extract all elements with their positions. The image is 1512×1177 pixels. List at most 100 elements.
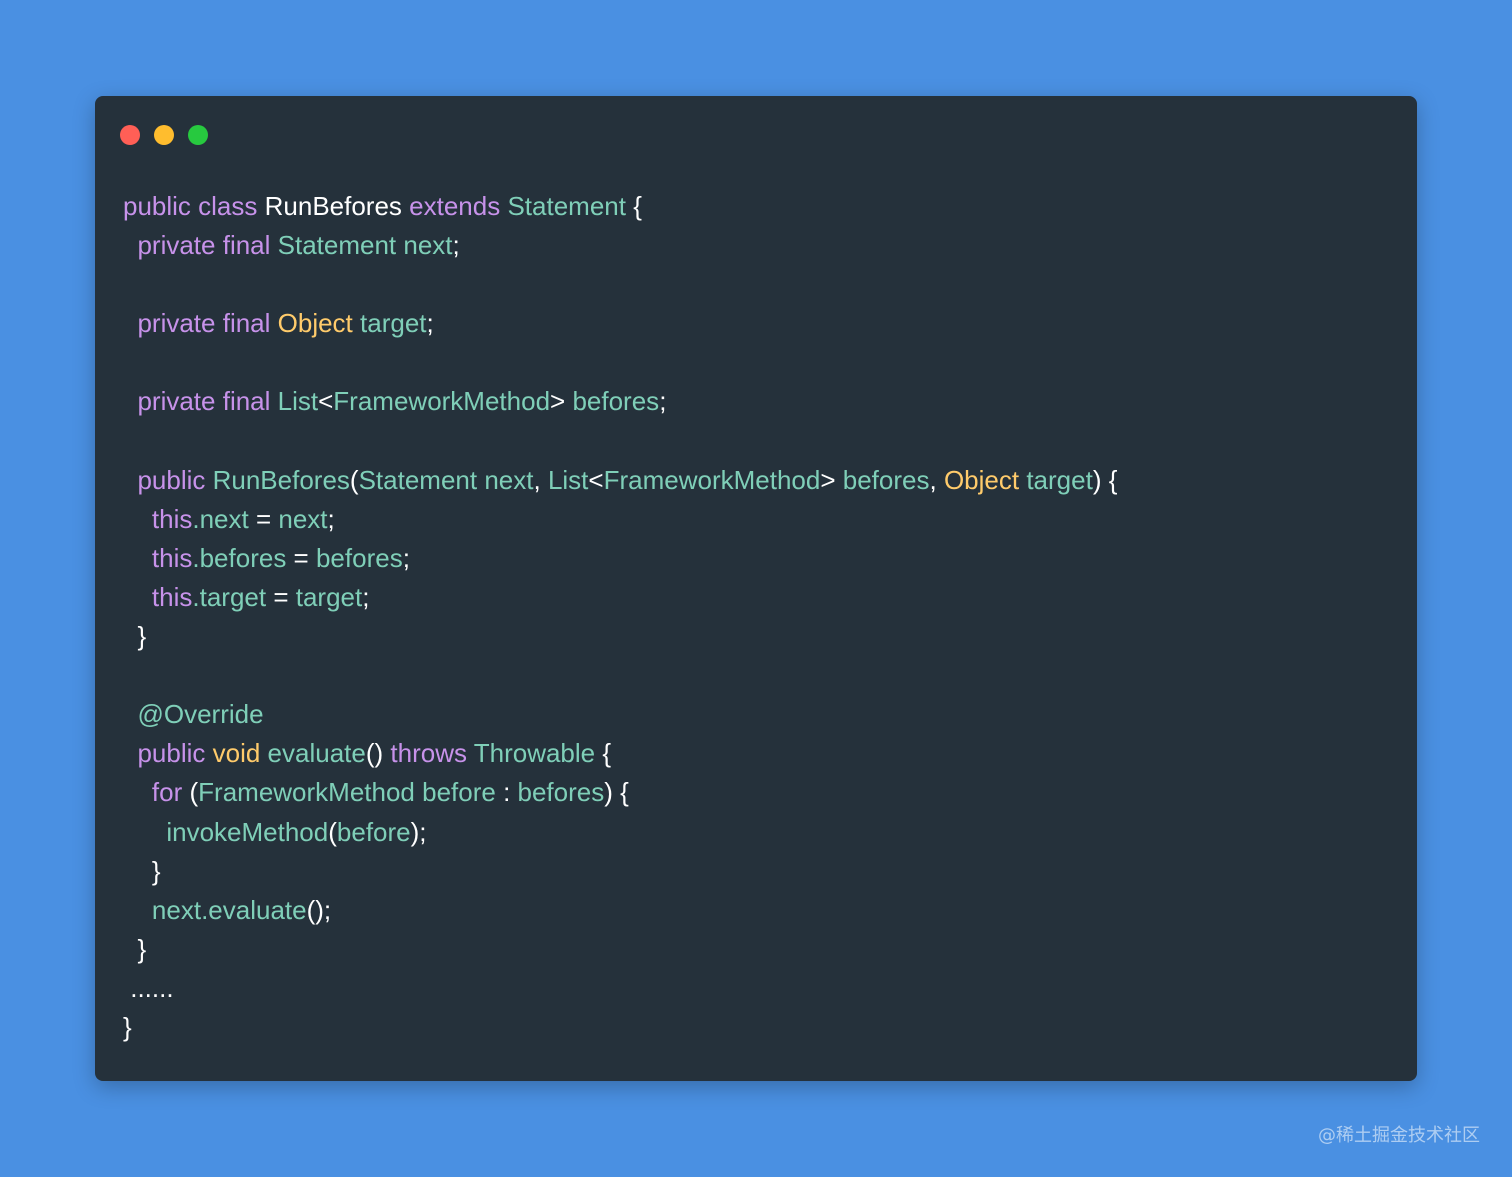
code-line: @Override (123, 695, 1117, 734)
code-token: private final (137, 308, 278, 339)
code-token: , (533, 464, 548, 495)
watermark: @稀土掘金技术社区 (1318, 1125, 1480, 1146)
close-dot-icon (120, 125, 140, 145)
code-token: this (151, 503, 193, 534)
code-token: < (588, 464, 604, 495)
code-token: } (137, 621, 147, 652)
code-token: Throwable (473, 738, 603, 769)
code-token: target (1026, 464, 1093, 495)
code-line: ...... (123, 969, 1117, 1008)
code-token: = (266, 581, 296, 612)
code-token: private final (137, 230, 278, 261)
code-line: invokeMethod(before); (123, 813, 1117, 852)
code-token: Object (277, 308, 361, 339)
code-token: throws (390, 738, 474, 769)
code-token: befores (517, 777, 605, 808)
code-token: ; (659, 386, 667, 417)
code-token: target (295, 581, 363, 612)
code-token: < (318, 386, 334, 417)
code-token: FrameworkMethod (333, 386, 551, 417)
code-token: Object (943, 464, 1027, 495)
code-token: public (137, 738, 213, 769)
code-line: } (123, 617, 1117, 656)
code-token: private final (137, 386, 278, 417)
code-token: Statement (507, 191, 634, 221)
code-token: .next (192, 503, 249, 534)
code-token: List (277, 386, 319, 417)
code-block: public class RunBefores extends Statemen… (123, 187, 1117, 1047)
code-token: FrameworkMethod (603, 464, 821, 495)
code-token: next (151, 894, 202, 925)
code-token: ; (362, 581, 370, 612)
code-line: public class RunBefores extends Statemen… (123, 187, 1117, 226)
code-token: FrameworkMethod before (198, 777, 496, 808)
code-token: .target (192, 581, 267, 612)
code-line: this.befores = befores; (123, 539, 1117, 578)
code-token: } (137, 933, 147, 964)
code-token: > (820, 464, 843, 495)
code-token: ; (402, 542, 410, 573)
code-token: void (212, 738, 268, 769)
code-token: > (550, 386, 573, 417)
code-token: () (365, 738, 391, 769)
window-controls (120, 125, 208, 145)
code-token: { (602, 738, 612, 769)
code-token: ( (328, 816, 337, 847)
code-token: ; (327, 503, 335, 534)
code-token: befores (572, 386, 660, 417)
code-token: = (248, 503, 279, 534)
code-token: , (929, 464, 944, 495)
code-token: this (151, 542, 193, 573)
code-line: private final Object target; (123, 304, 1117, 343)
code-line: for (FrameworkMethod before : befores) { (123, 773, 1117, 812)
code-token: ) { (604, 777, 629, 808)
code-line: public RunBefores(Statement next, List<F… (123, 461, 1117, 500)
code-token: befores (315, 542, 403, 573)
code-token: } (123, 1011, 132, 1042)
code-line: } (123, 930, 1117, 969)
code-token: this (151, 581, 193, 612)
code-line: } (123, 852, 1117, 891)
minimize-dot-icon (154, 125, 174, 145)
code-token: = (286, 542, 316, 573)
code-token: next (278, 503, 328, 534)
code-token: target (360, 308, 427, 339)
code-token: public class (123, 191, 265, 221)
code-token: Statement next (277, 230, 453, 261)
code-token: ...... (130, 972, 174, 1003)
code-line: public void evaluate() throws Throwable … (123, 734, 1117, 773)
code-token: public (137, 464, 213, 495)
code-line: private final Statement next; (123, 226, 1117, 265)
code-token: List (547, 464, 589, 495)
code-token: RunBefores (212, 464, 350, 495)
code-token: (); (306, 894, 332, 925)
code-token: ; (452, 230, 460, 261)
code-token: Statement next (358, 464, 534, 495)
code-token: .befores (192, 542, 287, 573)
code-token: : (495, 777, 518, 808)
code-line: this.next = next; (123, 500, 1117, 539)
code-token: invokeMethod (166, 816, 329, 847)
code-window: public class RunBefores extends Statemen… (95, 96, 1417, 1081)
code-token: @Override (137, 699, 264, 730)
code-token: for (151, 777, 190, 808)
code-token: ( (349, 464, 359, 495)
code-token: extends (409, 191, 508, 221)
